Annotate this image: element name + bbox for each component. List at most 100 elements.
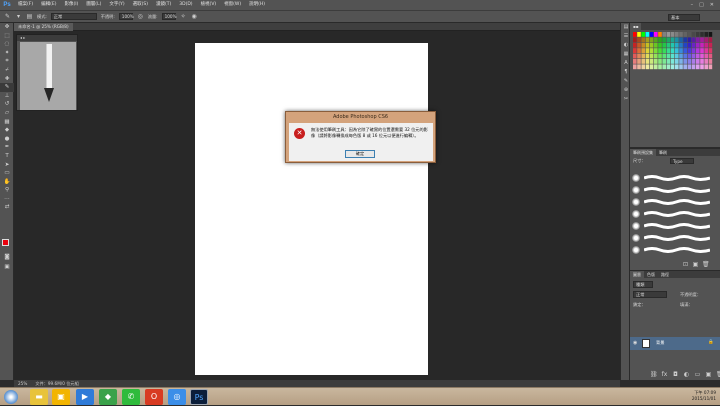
swatch-cell[interactable] xyxy=(666,53,671,59)
swatch-cell[interactable] xyxy=(666,59,671,64)
swatch-cell[interactable] xyxy=(691,53,696,59)
swatch-cell[interactable] xyxy=(704,48,708,53)
swatch-cell[interactable] xyxy=(649,64,654,70)
new-layer-icon[interactable]: ▣ xyxy=(705,371,712,378)
swatch-cell[interactable] xyxy=(670,32,675,37)
swatch-cell[interactable] xyxy=(641,37,645,43)
swatch-cell[interactable] xyxy=(662,32,666,37)
swatch-cell[interactable] xyxy=(687,59,692,64)
swatch-cell[interactable] xyxy=(658,42,662,48)
swatch-cell[interactable] xyxy=(637,42,641,48)
swatch-cell[interactable] xyxy=(683,64,687,70)
swatch-cell[interactable] xyxy=(666,64,671,70)
eraser-tool-icon[interactable]: ▱ xyxy=(0,109,14,118)
minimize-button[interactable]: – xyxy=(691,0,694,10)
swatch-cell[interactable] xyxy=(675,42,679,48)
swatch-cell[interactable] xyxy=(679,37,683,43)
swatch-cell[interactable] xyxy=(704,64,708,70)
history-brush-tool-icon[interactable]: ↺ xyxy=(0,100,14,109)
swatch-cell[interactable] xyxy=(633,59,637,64)
new-brush-icon[interactable]: ▣ xyxy=(692,261,699,268)
swatch-cell[interactable] xyxy=(704,37,708,43)
app-store-icon[interactable]: ◆ xyxy=(99,389,117,405)
swatch-cell[interactable] xyxy=(691,37,696,43)
swatch-cell[interactable] xyxy=(679,53,683,59)
swatch-cell[interactable] xyxy=(670,64,675,70)
visibility-eye-icon[interactable]: ◉ xyxy=(633,340,637,346)
gradient-tool-icon[interactable]: ▦ xyxy=(0,118,14,127)
swatch-cell[interactable] xyxy=(683,48,687,53)
swatch-cell[interactable] xyxy=(633,42,637,48)
photoshop-taskbar-icon[interactable]: Ps xyxy=(190,389,208,405)
marquee-tool-icon[interactable]: ⬚ xyxy=(0,32,14,41)
swatch-cell[interactable] xyxy=(683,42,687,48)
swatch-cell[interactable] xyxy=(645,32,650,37)
swatch-cell[interactable] xyxy=(649,42,654,48)
blur-tool-icon[interactable]: ◆ xyxy=(0,126,14,135)
swatch-cell[interactable] xyxy=(641,48,645,53)
folder-icon[interactable]: ▣ xyxy=(52,389,70,405)
type-tool-icon[interactable]: T xyxy=(0,152,14,161)
swatch-cell[interactable] xyxy=(662,42,666,48)
swatch-cell[interactable] xyxy=(658,64,662,70)
lasso-tool-icon[interactable]: ◌ xyxy=(0,40,14,49)
airbrush-icon[interactable]: ✧ xyxy=(180,13,187,20)
swatch-cell[interactable] xyxy=(666,37,671,43)
swap-colors-icon[interactable]: ⇄ xyxy=(0,203,14,212)
swatch-cell[interactable] xyxy=(649,37,654,43)
document-tab[interactable]: 未命名-1 @ 25% (RGB/8) xyxy=(14,23,73,31)
swatch-cell[interactable] xyxy=(675,32,679,37)
swatch-cell[interactable] xyxy=(683,53,687,59)
dodge-tool-icon[interactable]: ● xyxy=(0,135,14,144)
swatch-cell[interactable] xyxy=(687,37,692,43)
crop-tool-icon[interactable]: ⌗ xyxy=(0,57,14,66)
swatch-cell[interactable] xyxy=(675,59,679,64)
swatch-cell[interactable] xyxy=(675,53,679,59)
swatch-cell[interactable] xyxy=(633,37,637,43)
delete-layer-icon[interactable]: 🗑 xyxy=(716,371,720,378)
swatch-cell[interactable] xyxy=(662,64,666,70)
swatch-cell[interactable] xyxy=(654,32,658,37)
swatch-cell[interactable] xyxy=(658,59,662,64)
tab-swatches[interactable]: ▪▪ xyxy=(630,23,642,30)
swatch-cell[interactable] xyxy=(641,59,645,64)
menu-type[interactable]: 文字(Y) xyxy=(105,0,128,10)
swatch-cell[interactable] xyxy=(649,59,654,64)
swatch-cell[interactable] xyxy=(687,32,692,37)
swatch-cell[interactable] xyxy=(708,53,713,59)
swatch-cell[interactable] xyxy=(670,37,675,43)
swatch-cell[interactable] xyxy=(708,37,713,43)
layer-blend-mode[interactable]: 正常 xyxy=(633,291,667,298)
document-info[interactable]: 文件：99.6M/0 位元組 xyxy=(35,381,78,387)
menu-filter[interactable]: 濾鏡(T) xyxy=(152,0,175,10)
swatch-cell[interactable] xyxy=(708,48,713,53)
adjustment-layer-icon[interactable]: ◐ xyxy=(683,371,690,378)
menu-edit[interactable]: 編輯(E) xyxy=(37,0,60,10)
swatch-cell[interactable] xyxy=(670,59,675,64)
brush-preview-header[interactable]: ◂ ▸ xyxy=(17,35,77,41)
move-tool-icon[interactable]: ✥ xyxy=(0,23,14,32)
swatch-cell[interactable] xyxy=(645,59,650,64)
swatch-cell[interactable] xyxy=(708,59,713,64)
opacity-input[interactable]: 100% xyxy=(118,13,134,20)
chrome-icon[interactable]: ◎ xyxy=(168,389,186,405)
quick-mask-icon[interactable]: ◙ xyxy=(0,253,14,262)
toggle-brush-panel-icon[interactable]: ⊡ xyxy=(682,261,689,268)
swatch-cell[interactable] xyxy=(649,48,654,53)
swatch-cell[interactable] xyxy=(675,37,679,43)
swatch-cell[interactable] xyxy=(637,53,641,59)
more-tools-icon[interactable]: ⋯ xyxy=(0,195,14,204)
layer-row-background[interactable]: ◉ 背景 🔒 xyxy=(630,337,720,350)
menu-image[interactable]: 影像(I) xyxy=(60,0,82,10)
brush-search-input[interactable]: Type xyxy=(670,158,694,164)
mode-select[interactable]: 正常 xyxy=(50,13,97,20)
menu-3d[interactable]: 3D(D) xyxy=(175,0,196,10)
swatch-cell[interactable] xyxy=(687,53,692,59)
swatch-cell[interactable] xyxy=(649,53,654,59)
layer-mask-icon[interactable]: ◘ xyxy=(672,371,679,378)
swatch-cell[interactable] xyxy=(654,59,658,64)
swatch-cell[interactable] xyxy=(658,48,662,53)
path-select-tool-icon[interactable]: ➤ xyxy=(0,161,14,170)
swatch-cell[interactable] xyxy=(700,59,704,64)
swatch-cell[interactable] xyxy=(687,64,692,70)
